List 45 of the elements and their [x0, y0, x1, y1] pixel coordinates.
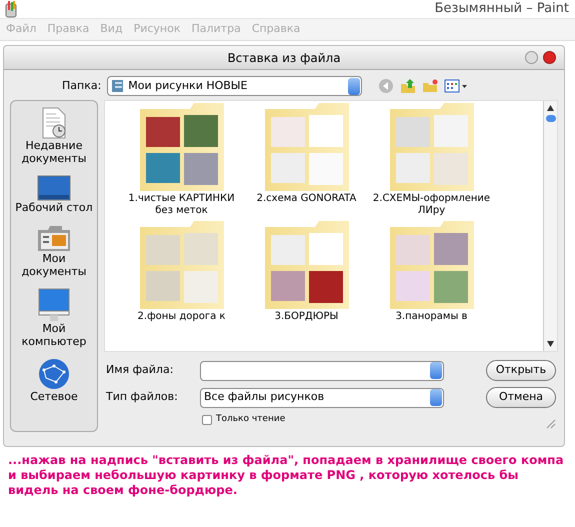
window-title: Безымянный – Paint [434, 0, 569, 18]
folder-up-icon[interactable] [400, 78, 416, 94]
filetype-dropdown[interactable]: Все файлы рисунков [200, 388, 444, 408]
folder-icon [111, 79, 124, 93]
folder-thumbnail[interactable] [390, 221, 474, 309]
filename-label: Имя файла: [105, 362, 174, 378]
place-item[interactable]: Рабочий стол [15, 201, 93, 214]
folder-name: 3.БОРДЮРЫ [274, 311, 338, 323]
folder-thumbnail[interactable] [264, 103, 348, 191]
dialog-title: Вставка из файла [227, 50, 341, 66]
folder-label: Папка: [62, 78, 102, 94]
folder-dropdown[interactable]: Мои рисунки НОВЫЕ [107, 76, 362, 96]
place-item[interactable]: Мои документы [11, 252, 97, 278]
cancel-button[interactable]: Отмена [486, 387, 556, 408]
view-menu-icon[interactable] [444, 78, 468, 94]
scrollbar[interactable] [543, 101, 557, 351]
open-button[interactable]: Открыть [486, 360, 556, 381]
folder-thumbnail[interactable] [140, 103, 224, 191]
folder-name: 2.фоны дорога к [138, 311, 226, 323]
minimize-button[interactable] [525, 51, 538, 64]
computer-icon [38, 288, 70, 322]
place-item[interactable]: Недавние документы [11, 139, 97, 165]
close-button[interactable] [543, 51, 556, 64]
place-item[interactable]: Сетевое [30, 390, 78, 403]
documents-folder-icon [37, 224, 71, 252]
folder-thumbnail[interactable] [140, 221, 224, 309]
paint-app-icon [4, 0, 18, 18]
folder-name: 2.схема GONORATA [256, 193, 356, 205]
folder-thumbnail[interactable] [264, 221, 348, 309]
filename-field[interactable] [200, 360, 444, 380]
place-item[interactable]: Мой компьютер [11, 322, 97, 348]
readonly-checkbox[interactable] [202, 415, 212, 425]
filetype-label: Тип файлов: [105, 389, 179, 406]
caption-text: ...нажав на надпись "вставить из файла", попадаем в хранилище своего компа и выбираем небольшую картинку в формате PNG , которую хотелось бы видель на своем фоне-бордюре. [7, 452, 565, 498]
globe-icon [38, 358, 70, 390]
folder-thumbnail[interactable] [390, 103, 474, 191]
desktop-icon [37, 175, 71, 201]
folder-name: 3.панорамы в [396, 311, 468, 323]
resize-grip-icon[interactable] [546, 419, 556, 429]
back-icon[interactable] [378, 78, 394, 94]
folder-name: 1.чистые КАРТИНКИ без меток [127, 193, 236, 217]
new-folder-icon[interactable] [422, 78, 438, 94]
folder-name: 2.СХЕМЫ-оформление ЛИру [372, 193, 492, 217]
recent-document-icon [40, 107, 68, 139]
readonly-label: Только чтение [216, 413, 286, 426]
